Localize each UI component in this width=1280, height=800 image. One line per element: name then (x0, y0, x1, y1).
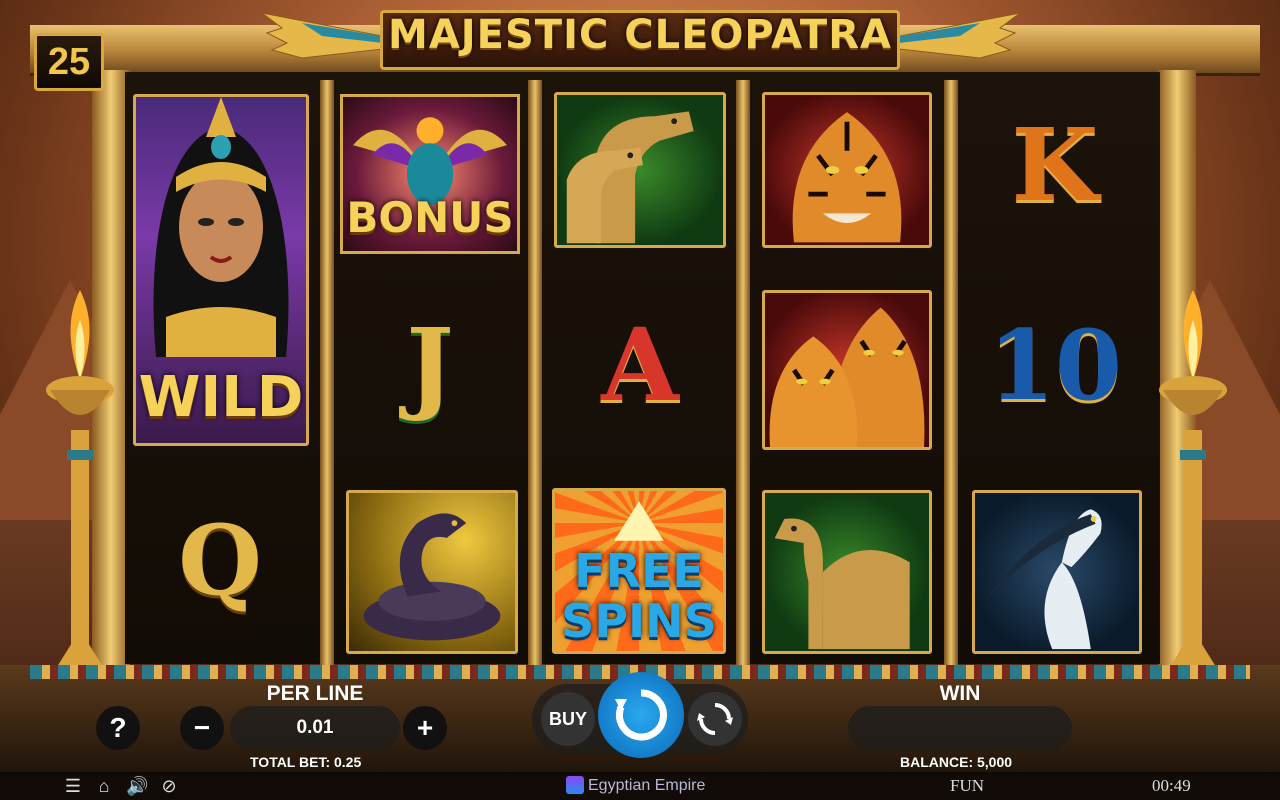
turbo-icon[interactable]: ⊘ (158, 776, 180, 796)
total-bet: TOTAL BET: 0.25 (250, 754, 362, 770)
symbol-a-letter: A (601, 306, 679, 424)
brand-name: Egyptian Empire (588, 777, 706, 794)
camels-icon (566, 111, 694, 244)
symbol-10: 10 (970, 300, 1140, 430)
wild-label: WILD (138, 364, 304, 430)
symbol-tiger-single (762, 92, 932, 248)
symbol-q: Q (150, 500, 290, 620)
symbol-j: J (360, 300, 500, 430)
symbol-a: A (570, 300, 710, 430)
per-line-value: 0.01 (230, 706, 400, 750)
spin-button[interactable] (598, 672, 684, 758)
balance: BALANCE: 5,000 (900, 754, 1013, 770)
tiger-icon (792, 112, 902, 243)
symbol-free-spins: FREE SPINS (552, 488, 726, 654)
cleopatra-portrait-icon (153, 97, 289, 357)
tigers-icon (769, 307, 925, 447)
free-spins-line1: FREE (574, 544, 704, 598)
torch-right-icon (1159, 290, 1227, 670)
win-label: WIN (939, 682, 981, 705)
game-title: MAJESTIC CLEOPATRA (388, 12, 892, 58)
symbol-10-number: 10 (988, 308, 1122, 422)
clock: 00:49 (1152, 776, 1191, 795)
reel-separator (944, 80, 958, 665)
symbol-camel-single (762, 490, 932, 654)
pyramid-sun-icon (614, 501, 664, 541)
reel-separator (528, 80, 542, 665)
cobra-icon (363, 513, 501, 641)
symbol-q-letter: Q (178, 503, 262, 617)
bonus-label: BONUS (346, 192, 514, 242)
camel-icon (774, 518, 910, 650)
symbol-wild-cleopatra: WILD (133, 94, 309, 446)
autoplay-icon (697, 703, 733, 735)
torch-left-icon (46, 290, 114, 670)
title-banner: MAJESTIC CLEOPATRA (350, 0, 930, 80)
increase-bet-button[interactable]: + (403, 706, 447, 750)
win-value (848, 706, 1072, 750)
per-line-label: PER LINE (266, 682, 364, 705)
decrease-bet-button[interactable]: − (180, 706, 224, 750)
symbol-ibis (972, 490, 1142, 654)
help-button[interactable]: ? (96, 706, 140, 750)
reel-separator (736, 80, 750, 665)
home-icon[interactable]: ⌂ (93, 776, 115, 796)
reel-separator (320, 80, 334, 665)
buy-button[interactable]: BUY (541, 692, 595, 746)
symbol-k: K (980, 100, 1130, 230)
brand-logo (566, 776, 584, 794)
autoplay-button[interactable] (688, 692, 742, 746)
paylines-badge[interactable]: 25 (34, 33, 104, 91)
sound-icon[interactable]: 🔊 (126, 776, 148, 796)
symbol-bonus-scarab: BONUS (340, 94, 520, 254)
symbol-k-letter: K (1011, 106, 1099, 224)
ibis-icon (984, 509, 1102, 650)
mode-indicator: FUN (950, 776, 985, 795)
menu-icon[interactable]: ☰ (62, 776, 84, 796)
spin-icon (615, 689, 667, 741)
symbol-tiger-double (762, 290, 932, 450)
symbol-j-letter: J (406, 306, 454, 424)
free-spins-line2: SPINS (561, 594, 717, 648)
symbol-cobra (346, 490, 518, 654)
symbol-camels-double (554, 92, 726, 248)
